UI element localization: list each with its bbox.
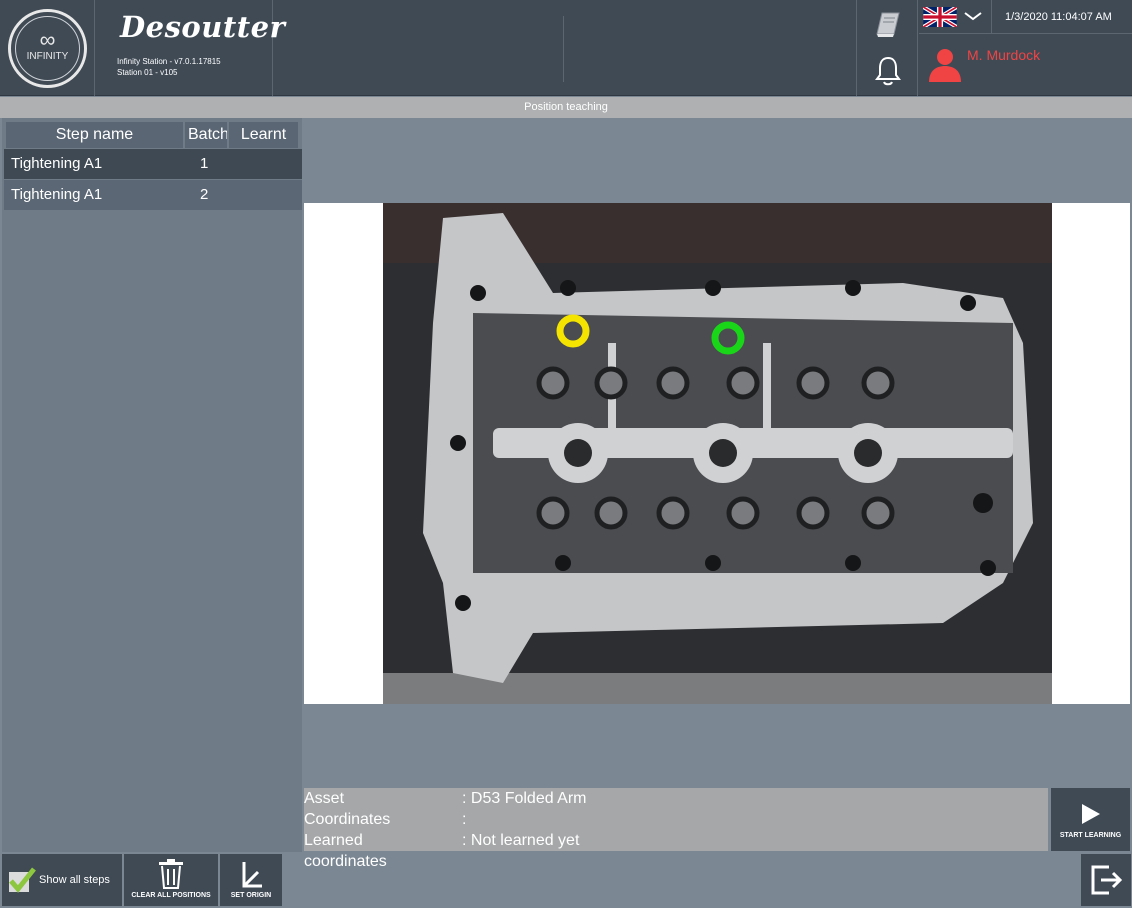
set-origin-button[interactable]: SET ORIGIN (220, 854, 282, 906)
language-row: 1/3/2020 11:04:07 AM (919, 0, 1132, 34)
infinity-symbol-icon: ∞ (39, 27, 56, 52)
page-title: Position teaching (0, 97, 1132, 118)
table-row[interactable]: Tightening A1 2 (4, 180, 302, 210)
show-all-steps-label: Show all steps (39, 874, 110, 886)
step-name-cell: Tightening A1 (11, 155, 103, 172)
learned-coordinates-label: Learned coordinates (304, 832, 387, 870)
trash-icon (159, 859, 183, 889)
logo-text: INFINITY (26, 51, 69, 62)
user-icon[interactable] (927, 46, 963, 82)
column-header-step-name[interactable]: Step name (6, 122, 183, 148)
brand-area: Desoutter Infinity Station - v7.0.1.1781… (96, 0, 285, 96)
start-learning-button[interactable]: START LEARNING (1051, 788, 1130, 851)
header-divider (563, 16, 564, 82)
header: ∞ INFINITY Desoutter Infinity Station - … (0, 0, 1132, 96)
infinity-logo: ∞ INFINITY (8, 9, 87, 88)
exit-button[interactable] (1081, 854, 1131, 906)
learned-coordinates-value: : Not learned yet (462, 832, 580, 849)
part-image-frame (304, 203, 1130, 704)
asset-label: Asset (304, 790, 345, 807)
brand-logo: Desoutter (120, 10, 286, 44)
coordinates-label: Coordinates (304, 811, 391, 828)
cylinder-head-photo[interactable] (383, 203, 1052, 704)
checkmark-icon (9, 867, 36, 893)
table-row[interactable]: Tightening A1 1 (4, 149, 302, 179)
column-header-learnt[interactable]: Learnt (229, 122, 298, 148)
version-text: Infinity Station - v7.0.1.17815 (117, 57, 221, 66)
clear-all-positions-label: CLEAR ALL POSITIONS (131, 892, 211, 899)
exit-icon (1091, 865, 1123, 895)
station-text: Station 01 - v105 (117, 68, 178, 77)
chevron-down-icon[interactable] (963, 9, 983, 23)
start-learning-label: START LEARNING (1059, 832, 1122, 839)
steps-panel: Step name Batch Learnt Tightening A1 1 T… (2, 118, 302, 852)
logo-area: ∞ INFINITY (0, 0, 95, 96)
coordinates-value: : (462, 811, 467, 828)
bell-icon[interactable] (873, 55, 903, 87)
asset-value: : D53 Folded Arm (462, 790, 587, 807)
user-name[interactable]: M. Murdock (967, 47, 1040, 63)
uk-flag-icon[interactable] (923, 7, 957, 27)
batch-cell: 2 (200, 186, 209, 203)
header-icons (856, 0, 918, 96)
datetime: 1/3/2020 11:04:07 AM (1005, 11, 1112, 23)
play-icon (1082, 804, 1100, 824)
info-panel: Asset : D53 Folded Arm Coordinates : Lea… (304, 788, 1048, 870)
clear-all-positions-button[interactable]: CLEAR ALL POSITIONS (124, 854, 218, 906)
set-origin-label: SET ORIGIN (230, 892, 272, 899)
axes-icon (242, 862, 262, 888)
show-all-steps-button[interactable]: Show all steps (2, 854, 122, 906)
column-header-batch[interactable]: Batch (185, 122, 227, 148)
table-header: Step name Batch Learnt (6, 122, 298, 148)
batch-cell: 1 (200, 155, 209, 172)
step-name-cell: Tightening A1 (11, 186, 103, 203)
user-area: 1/3/2020 11:04:07 AM M. Murdock (919, 0, 1132, 96)
book-icon[interactable] (873, 10, 903, 38)
